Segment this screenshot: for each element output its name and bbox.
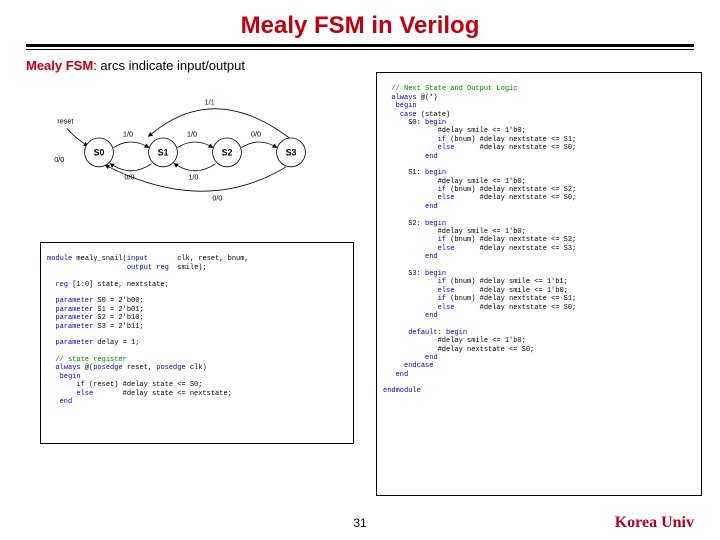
arc-s0-s1: 1/0 — [123, 129, 133, 138]
code-left-box: module mealy_snail(input clk, reset, bnu… — [40, 242, 354, 444]
state-s0: S0 — [85, 138, 114, 167]
svg-text:S0: S0 — [94, 148, 105, 158]
code-left-text: module mealy_snail(input clk, reset, bnu… — [47, 255, 249, 406]
arc-s1-s2: 1/0 — [187, 129, 197, 138]
label-reset: reset — [57, 117, 73, 126]
code-right-text: // Next State and Output Logic always @(… — [383, 85, 576, 395]
divider-thick — [26, 44, 694, 47]
arc-s2-s3: 0/0 — [251, 129, 261, 138]
page-number: 31 — [0, 516, 720, 530]
state-s1: S1 — [149, 138, 178, 167]
svg-text:S3: S3 — [286, 148, 297, 158]
subtitle-rest: : arcs indicate input/output — [93, 58, 245, 73]
arc-top-loop: 1/1 — [205, 97, 215, 106]
fsm-diagram: reset 0/0 1/1 S0 S1 S2 S3 1/0 1/0 0/0 1/… — [18, 90, 364, 210]
page-title: Mealy FSM in Verilog — [0, 0, 720, 40]
arc-s2-s1: 1/0 — [188, 173, 198, 182]
subtitle-prefix: Mealy FSM — [26, 58, 93, 73]
divider-thin — [26, 49, 694, 50]
arc-reset-in: 0/0 — [54, 155, 64, 164]
footer-logo: Korea Univ — [615, 514, 694, 532]
code-right-box: // Next State and Output Logic always @(… — [376, 72, 702, 496]
svg-text:S1: S1 — [158, 148, 169, 158]
svg-text:S2: S2 — [222, 148, 233, 158]
subtitle: Mealy FSM: arcs indicate input/output — [26, 58, 720, 73]
arc-s3-s1: 0/0 — [212, 193, 222, 202]
state-s2: S2 — [213, 138, 242, 167]
state-s3: S3 — [277, 138, 306, 167]
arc-s1-s0: 0/0 — [124, 173, 134, 182]
